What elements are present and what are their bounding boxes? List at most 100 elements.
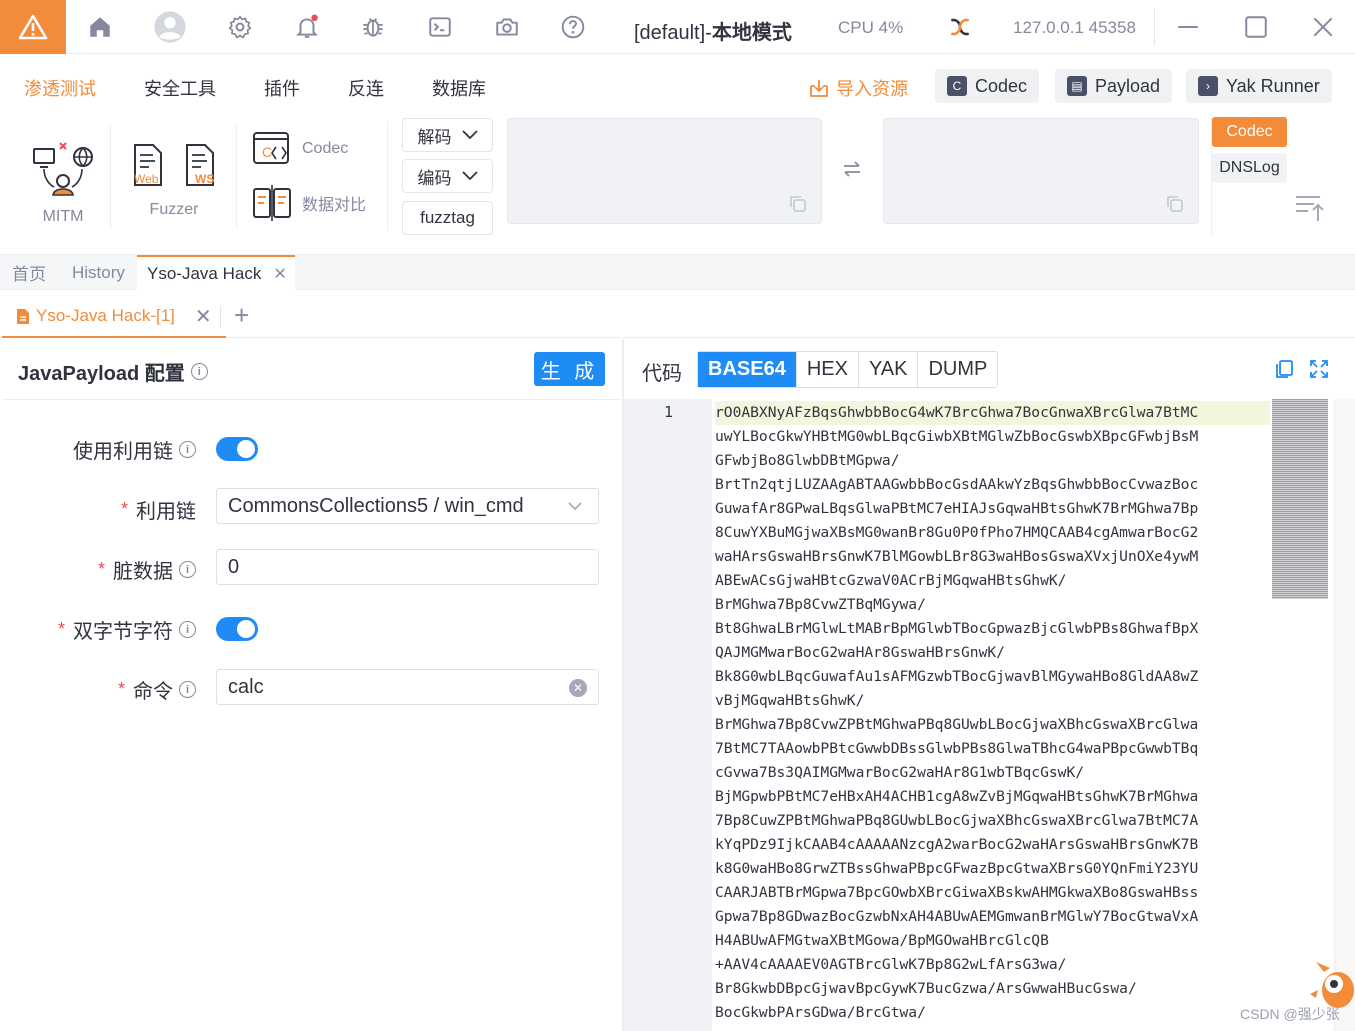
add-tab-icon[interactable]: +: [234, 300, 249, 331]
collapse-panel-icon[interactable]: [1294, 191, 1326, 223]
format-dump[interactable]: DUMP: [918, 352, 998, 387]
required-marker: *: [97, 559, 105, 579]
copy-icon[interactable]: [1274, 359, 1294, 379]
warning-button[interactable]: [0, 0, 66, 54]
required-marker: *: [57, 619, 65, 639]
copy-icon[interactable]: [1166, 195, 1184, 213]
vertical-scrollbar[interactable]: [1334, 399, 1355, 1031]
codec-tool[interactable]: C Codec: [252, 131, 348, 167]
svg-text:WS: WS: [195, 172, 214, 186]
fuzzer-tool[interactable]: Web WS Fuzzer: [124, 143, 224, 219]
ws-fuzzer-icon: WS: [186, 144, 214, 186]
chain-select[interactable]: CommonsCollections5 / win_cmd: [216, 488, 599, 524]
tab-yso-java-hack-label: Yso-Java Hack: [147, 263, 262, 283]
command-input[interactable]: calc ✕: [216, 669, 599, 705]
code-line: k8G0waHBo8GrwZTBssGhwaPBpcGFwazBpcGtwaXB…: [715, 860, 1199, 877]
import-resource-link[interactable]: 导入资源: [808, 75, 908, 101]
payload-button[interactable]: ▤ Payload: [1055, 69, 1173, 103]
data-compare-label: 数据对比: [302, 197, 367, 214]
payload-output-panel: 代码 BASE64 HEX YAK DUMP 1 rO0ABXNyAFzBqsG…: [624, 339, 1355, 1031]
chain-label: * 利用链: [121, 495, 196, 524]
terminal-icon[interactable]: [422, 9, 458, 45]
close-tab-icon[interactable]: ✕: [273, 264, 286, 284]
line-gutter: 1: [624, 399, 712, 1031]
close-icon[interactable]: [1305, 9, 1341, 45]
payload-config-panel: JavaPayload 配置 i 生 成 使用利用链 i * 利用链 Commo…: [2, 339, 622, 1031]
info-icon[interactable]: i: [179, 561, 196, 578]
code-line: GFwbjBo8GlwbDBtMGpwa/: [715, 452, 900, 469]
chain-select-value: CommonsCollections5 / win_cmd: [228, 494, 524, 517]
generate-button[interactable]: 生 成: [534, 352, 605, 386]
clear-input-icon[interactable]: ✕: [569, 679, 587, 697]
mitm-icon: [33, 142, 93, 196]
use-chain-toggle[interactable]: [216, 437, 258, 461]
top-tabs: 首页 History Yso-Java Hack ✕: [0, 255, 1355, 290]
file-icon: [17, 308, 29, 324]
tools-divider: [387, 121, 388, 231]
menu-plugins[interactable]: 插件: [264, 75, 300, 101]
compare-icon: [253, 185, 291, 221]
import-icon: [810, 80, 828, 97]
title-prefix: [default]-: [634, 22, 712, 44]
code-line: BrMGhwa7Bp8CvwZPBtMGhwaPBq8GUwbLBocGjwaX…: [715, 716, 1199, 733]
bell-icon[interactable]: [289, 9, 325, 45]
dnslog-tab-tag[interactable]: DNSLog: [1212, 153, 1287, 183]
user-avatar-icon[interactable]: [152, 9, 188, 45]
info-icon[interactable]: i: [179, 441, 196, 458]
yak-engine-icon[interactable]: [942, 9, 978, 45]
camera-icon[interactable]: [489, 9, 525, 45]
swap-icon[interactable]: [840, 157, 864, 181]
double-byte-toggle[interactable]: [216, 617, 258, 641]
menu-security-tools[interactable]: 安全工具: [144, 75, 216, 101]
code-line: GuwafAr8GPwaLBqsGlwaPBtMC7eHIAJsGqwaHBts…: [715, 500, 1199, 517]
bug-icon[interactable]: [355, 9, 391, 45]
codec-input-box[interactable]: [507, 118, 822, 224]
data-compare-tool[interactable]: 数据对比: [252, 185, 366, 221]
encode-label: 编码: [417, 168, 452, 188]
close-subtab-icon[interactable]: ✕: [195, 304, 212, 329]
minimize-icon[interactable]: [1170, 9, 1206, 45]
output-header: 代码 BASE64 HEX YAK DUMP: [624, 339, 1355, 399]
code-line: BjMGpwbPBtMC7eHBxAH4ACHB1cgA8wZvBjMGqwaH…: [715, 788, 1199, 805]
encode-dropdown[interactable]: 编码: [402, 159, 493, 193]
codec-output-box[interactable]: [883, 118, 1199, 224]
config-title: JavaPayload 配置 i: [18, 357, 208, 386]
dirty-data-input[interactable]: 0: [216, 549, 599, 585]
fullscreen-icon[interactable]: [1309, 359, 1329, 379]
format-hex[interactable]: HEX: [796, 352, 859, 387]
format-base64[interactable]: BASE64: [698, 352, 797, 387]
info-icon[interactable]: i: [179, 621, 196, 638]
menu-database[interactable]: 数据库: [432, 75, 486, 101]
code-minimap[interactable]: [1272, 399, 1328, 599]
fuzzer-label: Fuzzer: [149, 201, 199, 218]
info-icon[interactable]: i: [179, 681, 196, 698]
decode-dropdown[interactable]: 解码: [402, 118, 493, 152]
code-line: Br8GkwbDBpcGjwavBpcGywK7BucGzwa/ArsGwwaH…: [715, 980, 1137, 997]
code-line: BocGkwbPArsGDwa/BrcGtwa/: [715, 1004, 926, 1021]
info-icon[interactable]: i: [190, 363, 208, 380]
copy-icon[interactable]: [789, 195, 807, 213]
code-line: Gpwa7Bp8GDwazBocGzwbNxAH4ABUwAEMGmwanBrM…: [715, 908, 1199, 925]
mitm-tool[interactable]: MITM: [28, 139, 98, 226]
tab-yso-java-hack[interactable]: Yso-Java Hack ✕: [137, 255, 295, 290]
home-icon[interactable]: [82, 9, 118, 45]
warning-icon: [18, 14, 48, 40]
codec-tab-tag[interactable]: Codec: [1212, 117, 1287, 147]
tab-history[interactable]: History: [62, 255, 135, 290]
codec-button[interactable]: C Codec: [935, 69, 1040, 103]
payload-icon: ▤: [1067, 76, 1087, 96]
code-editor[interactable]: 1 rO0ABXNyAFzBqsGhwbbBocG4wK7BrcGhwa7Boc…: [624, 399, 1355, 1031]
subtab-yso-java-hack-1[interactable]: Yso-Java Hack-[1] ✕: [2, 296, 226, 338]
yak-runner-button[interactable]: › Yak Runner: [1186, 69, 1332, 103]
svg-text:Web: Web: [134, 172, 159, 186]
gear-icon[interactable]: [222, 9, 258, 45]
tab-home[interactable]: 首页: [2, 255, 56, 290]
fuzztag-button[interactable]: fuzztag: [402, 201, 493, 235]
help-icon[interactable]: [555, 9, 591, 45]
tools-panel: MITM Web WS Fuzzer C Codec 数据对比 解码 编码 fu…: [0, 113, 1355, 255]
format-yak[interactable]: YAK: [858, 352, 919, 387]
maximize-icon[interactable]: [1238, 9, 1274, 45]
menu-pentest[interactable]: 渗透测试: [24, 75, 96, 101]
menu-reverse[interactable]: 反连: [348, 75, 384, 101]
code-line: ABEwACsGjwaHBtcGzwaV0ACrBjMGqwaHBtsGhwK/: [715, 572, 1067, 589]
